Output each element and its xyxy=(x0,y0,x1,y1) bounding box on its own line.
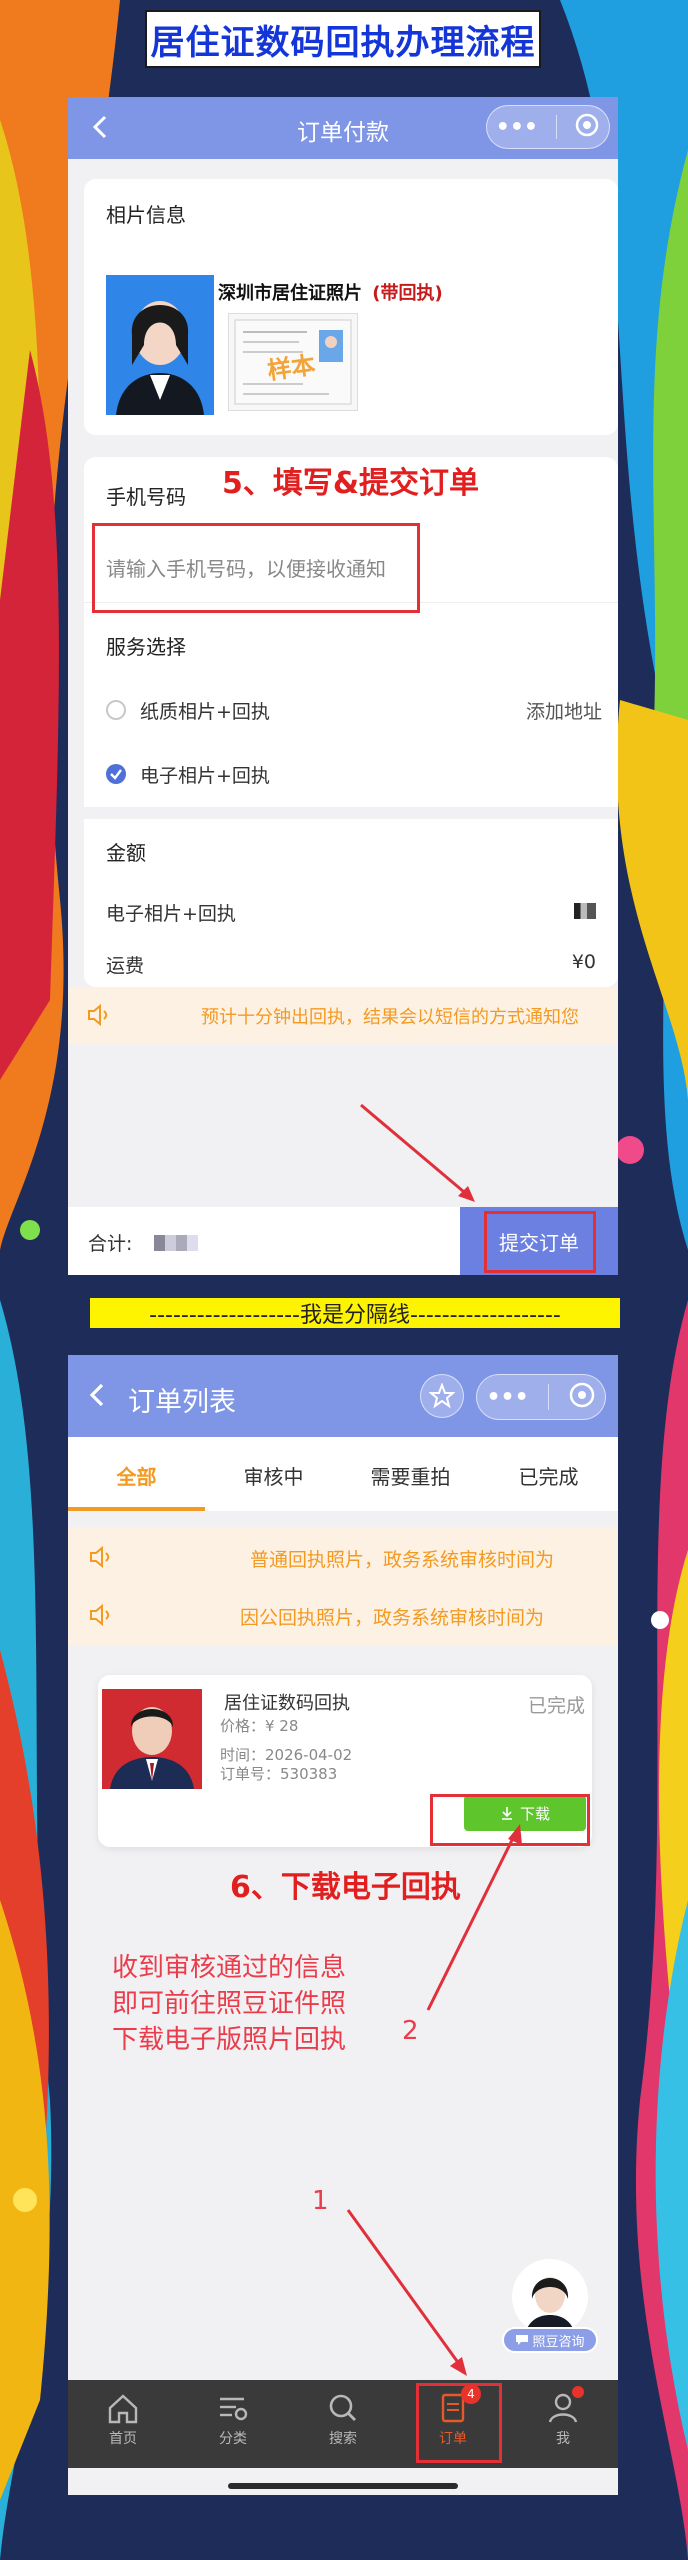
annotation-arrows xyxy=(346,1824,522,2376)
